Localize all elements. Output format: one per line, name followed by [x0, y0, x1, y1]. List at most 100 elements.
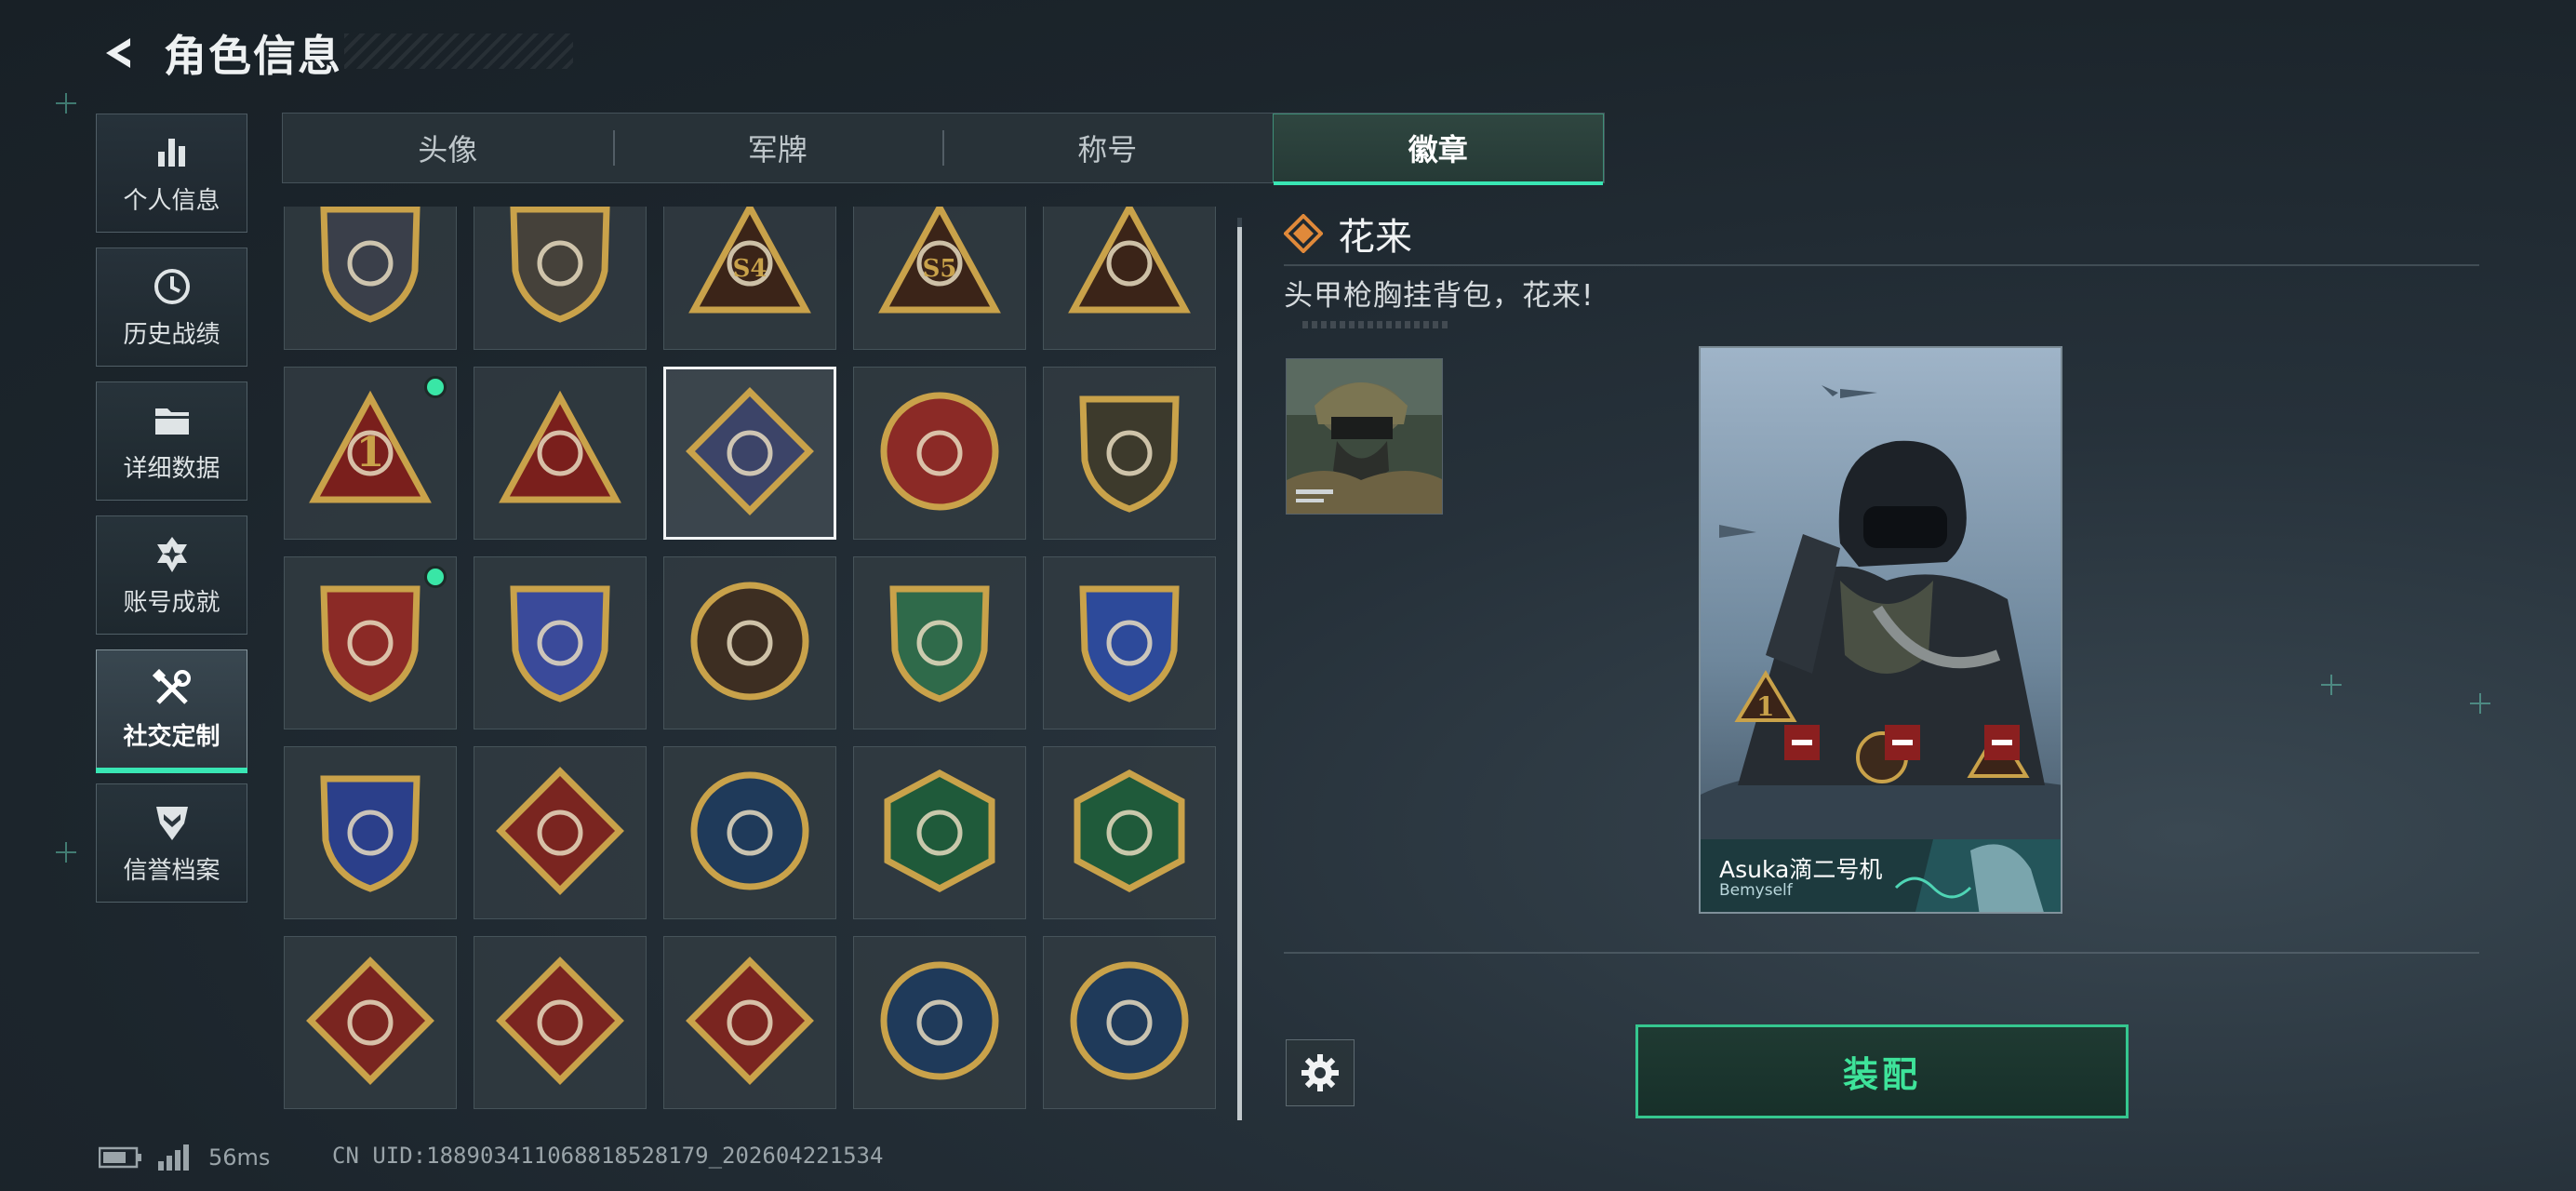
s4-trophy-badge-icon: S4: [685, 207, 815, 330]
badge-slot[interactable]: [284, 936, 457, 1109]
bar-chart-icon: [151, 131, 194, 174]
badge-slot[interactable]: [284, 746, 457, 919]
tools-icon: [151, 667, 194, 710]
badge-slot[interactable]: [1043, 556, 1216, 729]
badge-slot[interactable]: 1: [284, 367, 457, 540]
white-rose-badge-icon: [685, 386, 815, 520]
title-decoration: [344, 33, 573, 69]
player-avatar[interactable]: [1286, 358, 1443, 515]
page-header: 角色信息: [93, 20, 342, 86]
history-clock-icon: [151, 265, 194, 308]
gold-shield-chevron-badge-icon: [1064, 386, 1195, 520]
badge-slot[interactable]: [853, 936, 1026, 1109]
badge-slot[interactable]: [474, 367, 647, 540]
helicopter-badge-icon: [495, 207, 625, 330]
sidebar-item-label: 历史战绩: [123, 320, 220, 349]
sidebar-item-label: 账号成就: [123, 588, 220, 617]
badge-slot[interactable]: [284, 556, 457, 729]
squad-soldiers-badge-icon: [495, 386, 625, 520]
hud-crosshair-decoration: [56, 842, 76, 863]
signal-icon: [158, 1144, 189, 1171]
folder-icon: [151, 399, 194, 442]
svg-text:1: 1: [1756, 691, 1774, 722]
badge-slot[interactable]: [853, 746, 1026, 919]
sidebar-item-detailed-data[interactable]: 详细数据: [96, 381, 247, 501]
status-bar: 56ms: [99, 1141, 270, 1174]
shield-chevron-icon: [151, 801, 194, 844]
player-uid: CN UID:18890341106881852817​9_2026042215…: [332, 1143, 884, 1169]
triangle-emblem-badge-icon: [305, 207, 435, 330]
badge-description: 头甲枪胸挂背包，花来!: [1284, 279, 1595, 313]
badge-slot[interactable]: S4: [663, 207, 836, 350]
lynx-badge-icon: [874, 956, 1005, 1090]
eagle-head-badge-icon: [685, 766, 815, 900]
red-dragon-badge-icon: [305, 956, 435, 1090]
badge-slot[interactable]: [663, 367, 836, 540]
badge-slot[interactable]: [663, 556, 836, 729]
sidebar-item-personal-info[interactable]: 个人信息: [96, 114, 247, 233]
wolf-head-badge-icon: [495, 766, 625, 900]
blue-crystal-shield-badge-icon: [495, 576, 625, 710]
equip-button[interactable]: 装配: [1635, 1024, 2129, 1118]
tab-badge[interactable]: 徽章: [1272, 114, 1604, 185]
badge-name-row: 花来: [1284, 207, 1412, 261]
runner-badge-icon: [685, 956, 815, 1090]
badge-slot[interactable]: [474, 556, 647, 729]
network-ping: 56ms: [208, 1144, 271, 1171]
sidebar-item-social-customize[interactable]: 社交定制: [96, 649, 247, 773]
achievement-star-icon: [151, 533, 194, 576]
sidebar-item-label: 详细数据: [123, 454, 220, 483]
back-button[interactable]: [93, 27, 145, 79]
badge-slot[interactable]: [1043, 367, 1216, 540]
tab-dog-tag[interactable]: 军牌: [612, 114, 943, 182]
badge-rarity-icon: [1284, 214, 1323, 253]
red-ribbon-shield-badge-icon: [305, 576, 435, 710]
s5-trophy-badge-icon: S5: [874, 207, 1005, 330]
badge-slot[interactable]: [853, 556, 1026, 729]
svg-text:S5: S5: [923, 255, 957, 283]
hud-crosshair-decoration: [2470, 693, 2490, 714]
green-crosshair-rifle-badge-icon: [874, 576, 1005, 710]
gold-nest-badge-icon: [1064, 207, 1195, 330]
badge-slot[interactable]: [474, 207, 647, 350]
sidebar-item-history[interactable]: 历史战绩: [96, 248, 247, 367]
divider: [1284, 952, 2479, 954]
tab-title[interactable]: 称号: [942, 114, 1273, 182]
star-compass-badge-icon: [874, 386, 1005, 520]
sidebar-item-label: 个人信息: [123, 186, 220, 215]
badge-slot[interactable]: [284, 207, 457, 350]
badge-name: 花来: [1338, 216, 1412, 259]
number-one-badge-icon: 1: [305, 386, 435, 520]
medic-hand-badge-icon: [1064, 766, 1195, 900]
badge-slot[interactable]: [1043, 746, 1216, 919]
badge-slot[interactable]: [474, 746, 647, 919]
card-player-name: Asuka滴二号机: [1719, 856, 1883, 883]
sidebar-item-label: 社交定制: [123, 722, 220, 751]
new-indicator-dot: [424, 566, 447, 588]
badge-slot[interactable]: S5: [853, 207, 1026, 350]
page-title: 角色信息: [164, 31, 342, 81]
svg-text:1: 1: [356, 429, 385, 476]
customize-tabs: 头像 军牌 称号 徽章: [282, 113, 1605, 185]
hud-crosshair-decoration: [2321, 675, 2342, 695]
badge-slot[interactable]: [1043, 936, 1216, 1109]
settings-button[interactable]: [1286, 1039, 1355, 1106]
badge-slot[interactable]: [663, 936, 836, 1109]
sidebar-item-reputation[interactable]: 信誉档案: [96, 783, 247, 903]
badge-grid: S4 S5 1: [282, 207, 1226, 1120]
hud-crosshair-decoration: [56, 93, 76, 114]
tab-avatar[interactable]: 头像: [283, 114, 613, 182]
scrollbar-thumb[interactable]: [1237, 227, 1242, 1120]
wasp-badge-icon: [874, 766, 1005, 900]
badge-slot[interactable]: [663, 746, 836, 919]
gear-icon: [1301, 1054, 1339, 1091]
battery-icon: [99, 1146, 141, 1169]
sidebar-item-label: 信誉档案: [123, 856, 220, 885]
gold-crosshair-shield-badge-icon: [305, 766, 435, 900]
description-decoration: [1302, 321, 1451, 328]
badge-slot[interactable]: [853, 367, 1026, 540]
sidebar-item-achievements[interactable]: 账号成就: [96, 515, 247, 635]
divider: [1284, 264, 2479, 266]
badge-slot[interactable]: [474, 936, 647, 1109]
badge-slot[interactable]: [1043, 207, 1216, 350]
